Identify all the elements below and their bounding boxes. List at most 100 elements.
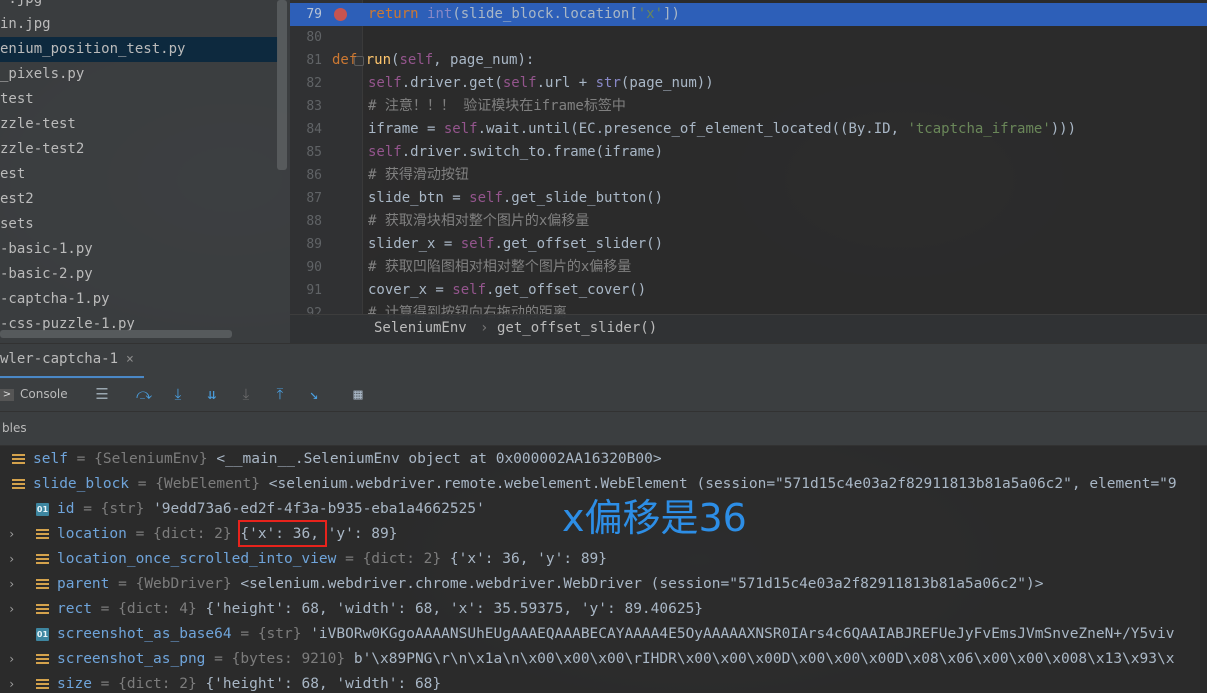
code-text: cover_x = self.get_offset_cover() [368, 279, 646, 302]
object-icon [12, 453, 25, 466]
expand-arrow-icon[interactable]: › [8, 522, 15, 547]
line-number: 91 [306, 283, 322, 298]
breadcrumb-method[interactable]: get_offset_slider() [497, 315, 657, 342]
code-token: (page_num)) [620, 75, 714, 91]
project-tree: -.jpgin.jpgenium_position_test.py_pixels… [0, 0, 291, 343]
variable-text: parent = {WebDriver} <selenium.webdriver… [57, 572, 1044, 597]
variable-row[interactable]: › screenshot_as_png = {bytes: 9210} b'\x8… [0, 647, 1207, 672]
code-line[interactable]: 86 # 获得滑动按钮 [290, 164, 1207, 187]
line-number: 80 [306, 30, 322, 45]
code-token: self [443, 121, 478, 137]
variable-row[interactable]: › rect = {dict: 4} {'height': 68, 'width'… [0, 597, 1207, 622]
close-icon[interactable]: × [126, 352, 134, 367]
code-line[interactable]: 83 # 注意！！！ 验证模块在iframe标签中 [290, 95, 1207, 118]
object-icon [36, 528, 49, 541]
step-into-icon[interactable]: ⤓ [168, 384, 188, 404]
object-icon [36, 678, 49, 691]
code-token: # 获取滑块相对整个图片的x偏移量 [368, 213, 590, 229]
code-text: slider_x = self.get_offset_slider() [368, 233, 663, 256]
tree-item[interactable]: sets [0, 212, 278, 237]
variable-row[interactable]: 01 screenshot_as_base64 = {str} 'iVBORw0K… [0, 622, 1207, 647]
code-token: (slide_block.location[ [452, 6, 638, 22]
variables-list: self = {SeleniumEnv} <__main__.SeleniumE… [0, 446, 1207, 693]
tree-item[interactable]: zzle-test [0, 112, 278, 137]
variable-text: screenshot_as_base64 = {str} 'iVBORw0KGg… [57, 622, 1174, 647]
code-text: # 获取滑块相对整个图片的x偏移量 [368, 210, 589, 233]
tree-item[interactable]: -basic-2.py [0, 262, 278, 287]
tree-item[interactable]: -.jpg [0, 0, 278, 12]
code-line[interactable]: 80 [290, 26, 1207, 49]
code-line[interactable]: 87 slide_btn = self.get_slide_button() [290, 187, 1207, 210]
code-line[interactable]: 82 self.driver.get(self.url + str(page_nu… [290, 72, 1207, 95]
code-line[interactable]: 79 return int(slide_block.location['x']) [290, 3, 1207, 26]
equals-sign: = [91, 601, 119, 617]
variables-header: bles [0, 412, 1207, 446]
variable-value: {'height': 68, 'width': 68} [205, 676, 442, 692]
equals-sign: = [231, 626, 258, 642]
evaluate-expression-icon[interactable]: ▦ [348, 384, 368, 404]
tree-item[interactable]: est2 [0, 187, 278, 212]
tree-horizontal-scrollbar[interactable] [0, 330, 232, 338]
tree-item[interactable]: enium_position_test.py [0, 37, 278, 62]
line-number: 87 [306, 191, 322, 206]
expand-arrow-icon[interactable]: › [8, 672, 15, 693]
variable-type: {WebElement} [155, 476, 260, 492]
code-token: # 获取凹陷图相对相对整个图片的x偏移量 [368, 259, 632, 275]
tab-console[interactable]: > Console [0, 378, 68, 411]
code-line[interactable]: 81 def run(self, page_num): [290, 49, 1207, 72]
code-line[interactable]: 89 slider_x = self.get_offset_slider() [290, 233, 1207, 256]
tree-vertical-scrollbar[interactable] [277, 0, 287, 170]
code-token: cover_x = [368, 282, 453, 298]
code-line[interactable]: 85 self.driver.switch_to.frame(iframe) [290, 141, 1207, 164]
variable-row[interactable]: › size = {dict: 2} {'height': 68, 'width'… [0, 672, 1207, 693]
code-editor[interactable]: 79 return int(slide_block.location['x']) 8… [290, 0, 1207, 343]
equals-sign: = [67, 451, 95, 467]
code-text: self.driver.switch_to.frame(iframe) [368, 141, 663, 164]
tree-item[interactable]: zzle-test2 [0, 137, 278, 162]
tree-item[interactable]: -captcha-1.py [0, 287, 278, 312]
code-text: # 注意！！！ 验证模块在iframe标签中 [368, 95, 626, 118]
code-token: self [502, 75, 537, 91]
tree-item[interactable]: in.jpg [0, 12, 278, 37]
variable-row[interactable]: self = {SeleniumEnv} <__main__.SeleniumE… [0, 447, 1207, 472]
force-step-into-icon[interactable]: ⤓ [236, 384, 256, 404]
object-icon [36, 603, 49, 616]
variable-row[interactable]: › parent = {WebDriver} <selenium.webdrive… [0, 572, 1207, 597]
expand-arrow-icon[interactable]: › [8, 572, 15, 597]
variable-value: <__main__.SeleniumEnv object at 0x000002… [216, 451, 662, 467]
code-token: self [452, 282, 487, 298]
step-into-my-code-icon[interactable]: ⇊ [202, 384, 222, 404]
code-line[interactable]: 84 iframe = self.wait.until(EC.presence_o… [290, 118, 1207, 141]
tree-item[interactable]: est [0, 162, 278, 187]
step-over-icon[interactable]: ⤼ [134, 384, 154, 404]
tree-item[interactable]: _pixels.py [0, 62, 278, 87]
tree-item[interactable]: -basic-1.py [0, 237, 278, 262]
expand-arrow-icon[interactable]: › [8, 597, 15, 622]
breadcrumb-class[interactable]: SeleniumEnv [374, 315, 467, 342]
code-line[interactable]: 88 # 获取滑块相对整个图片的x偏移量 [290, 210, 1207, 233]
code-text: # 获得滑动按钮 [368, 164, 469, 187]
tree-item[interactable]: test [0, 87, 278, 112]
variable-name: screenshot_as_base64 [57, 626, 232, 642]
code-line[interactable]: 91 cover_x = self.get_offset_cover() [290, 279, 1207, 302]
expand-arrow-icon[interactable]: › [8, 547, 15, 572]
variable-name: self [33, 451, 68, 467]
code-token: int [427, 6, 453, 22]
run-to-cursor-icon[interactable]: ↘ [304, 384, 324, 404]
code-line[interactable]: 90 # 获取凹陷图相对相对整个图片的x偏移量 [290, 256, 1207, 279]
variable-row[interactable]: › location_once_scrolled_into_view = {dic… [0, 547, 1207, 572]
line-number: 79 [306, 7, 322, 22]
line-number: 90 [306, 260, 322, 275]
variable-type: {str} [257, 626, 302, 642]
breakpoint-icon[interactable] [334, 8, 347, 21]
step-out-icon[interactable]: ⤒ [270, 384, 290, 404]
expand-arrow-icon[interactable]: › [8, 647, 15, 672]
equals-sign: = [126, 526, 154, 542]
variable-name: screenshot_as_png [57, 651, 206, 667]
variable-value: '9edd73a6-ed2f-4f3a-b935-eba1a4662525' [153, 501, 485, 517]
menu-icon[interactable]: ☰ [92, 384, 112, 404]
breadcrumb-separator: › [480, 320, 489, 336]
tab-run-config[interactable]: wler-captcha-1 × [0, 344, 144, 379]
